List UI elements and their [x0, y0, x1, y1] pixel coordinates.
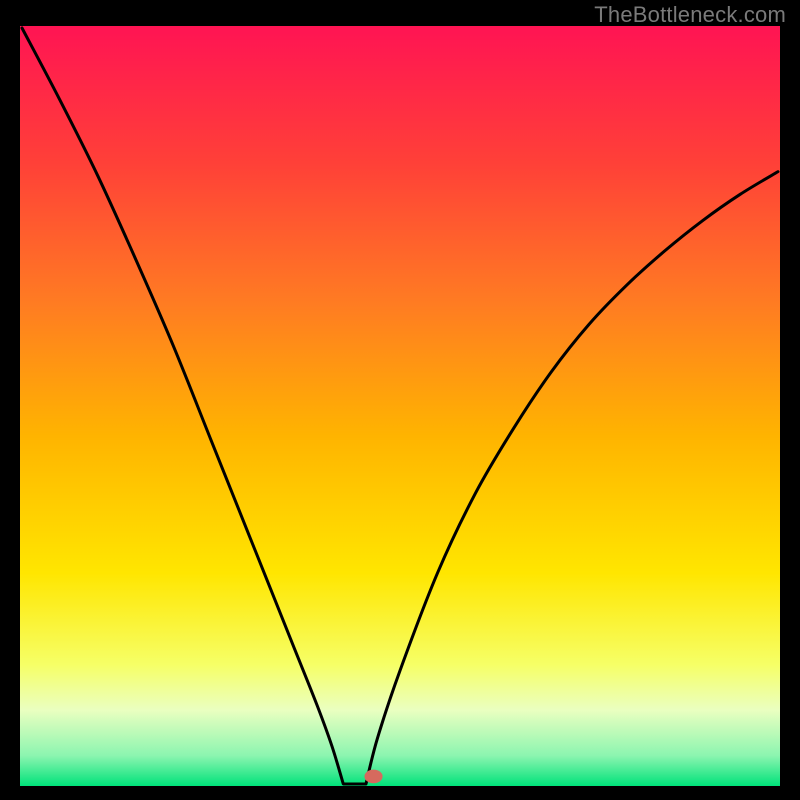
- bottleneck-curve-chart: [20, 26, 780, 786]
- chart-frame: TheBottleneck.com: [0, 0, 800, 800]
- plot-area: [20, 26, 780, 786]
- optimal-point-marker: [364, 770, 382, 784]
- watermark-text: TheBottleneck.com: [594, 2, 786, 28]
